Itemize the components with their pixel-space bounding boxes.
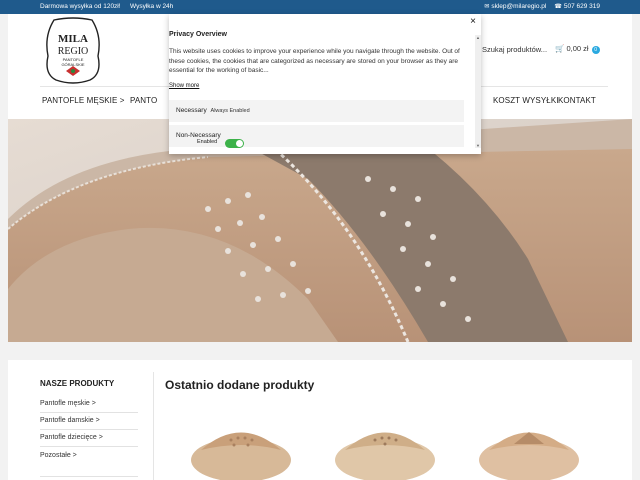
sidebar-divider bbox=[40, 476, 138, 477]
privacy-overview-modal: × Privacy Overview This website uses coo… bbox=[169, 14, 481, 154]
cart-link[interactable]: 🛒 0,00 zł 0 bbox=[555, 44, 600, 54]
phone-text: 507 629 319 bbox=[563, 3, 600, 10]
sidebar-title: NASZE PRODUKTY bbox=[40, 379, 115, 388]
search-link[interactable]: Szukaj produktów... bbox=[482, 45, 547, 54]
nav-item-koszt-wysylki[interactable]: KOSZT WYSYŁKI bbox=[493, 96, 559, 105]
product-image-slipper-1[interactable] bbox=[176, 410, 306, 480]
top-info-bar: Darmowa wysyłka od 120zł! Wysyłka w 24h … bbox=[0, 0, 640, 14]
non-necessary-cookies-row[interactable]: Non-Necessary Enabled bbox=[169, 125, 464, 147]
sidebar-divider bbox=[40, 446, 138, 447]
non-necessary-status: Enabled bbox=[197, 139, 218, 145]
main-content: NASZE PRODUKTY Pantofle męskie > Pantofl… bbox=[8, 360, 632, 480]
non-necessary-toggle[interactable] bbox=[225, 139, 244, 148]
necessary-label: Necessary bbox=[176, 107, 207, 114]
necessary-cookies-row[interactable]: Necessary Always Enabled bbox=[169, 100, 464, 122]
email-text: sklep@milaregio.pl bbox=[491, 3, 547, 10]
modal-description: This website uses cookies to improve you… bbox=[169, 48, 460, 74]
sidebar-item-pantofle-meskie[interactable]: Pantofle męskie > bbox=[40, 400, 96, 407]
close-button[interactable]: × bbox=[470, 16, 476, 27]
phone-link[interactable]: ☎ 507 629 319 bbox=[554, 3, 600, 10]
nav-item-pantofle-meskie[interactable]: PANTOFLE MĘSKIE > bbox=[42, 96, 125, 105]
cart-count-badge: 0 bbox=[591, 46, 600, 54]
shipping-24h-text: Wysyłka w 24h bbox=[130, 3, 174, 10]
sidebar-item-pantofle-dzieciece[interactable]: Pantofle dziecięce > bbox=[40, 434, 103, 441]
product-image-slipper-3[interactable] bbox=[464, 410, 594, 480]
sidebar-item-pozostale[interactable]: Pozostałe > bbox=[40, 452, 77, 459]
cart-total: 0,00 zł bbox=[566, 44, 589, 53]
modal-title: Privacy Overview bbox=[169, 31, 227, 38]
envelope-icon: ✉ bbox=[484, 4, 490, 10]
non-necessary-label: Non-Necessary bbox=[176, 132, 221, 139]
free-shipping-text: Darmowa wysyłka od 120zł! bbox=[40, 3, 121, 10]
nav-item-kontakt[interactable]: KONTAKT bbox=[558, 96, 596, 105]
scroll-up-arrow-icon[interactable]: ▲ bbox=[475, 35, 481, 40]
content-divider bbox=[153, 372, 154, 480]
logo-text-regio: REGIO bbox=[58, 46, 89, 57]
product-image-slipper-2[interactable] bbox=[320, 410, 450, 480]
logo-text-mila: MILA bbox=[58, 33, 88, 45]
scroll-down-arrow-icon[interactable]: ▼ bbox=[475, 143, 481, 148]
sidebar-divider bbox=[40, 429, 138, 430]
cart-icon: 🛒 bbox=[555, 44, 565, 53]
nav-item-pantofle-damskie[interactable]: PANTO bbox=[130, 96, 157, 105]
recent-products-title: Ostatnio dodane produkty bbox=[165, 378, 315, 392]
show-more-link[interactable]: Show more bbox=[169, 83, 199, 89]
sidebar-item-pantofle-damskie[interactable]: Pantofle damskie > bbox=[40, 417, 100, 424]
modal-scrollbar[interactable]: ▲ ▼ bbox=[475, 35, 481, 148]
necessary-status: Always Enabled bbox=[210, 108, 250, 114]
logo[interactable]: MILA REGIO PANTOFLE GÓRALSKIE bbox=[42, 16, 104, 84]
email-link[interactable]: ✉ sklep@milaregio.pl bbox=[484, 3, 546, 10]
phone-icon: ☎ bbox=[554, 4, 562, 10]
sidebar-divider bbox=[40, 412, 138, 413]
